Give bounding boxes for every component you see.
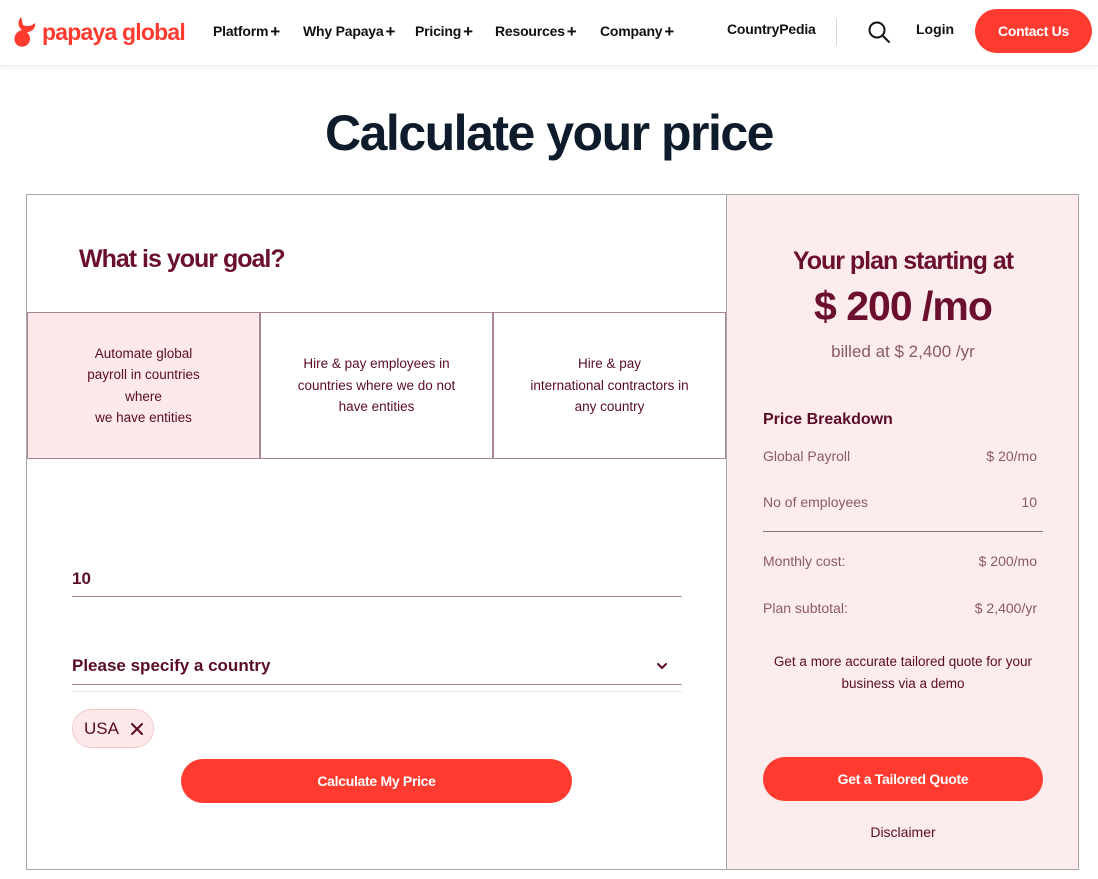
nav-resources[interactable]: Resources + xyxy=(495,21,577,41)
plan-title: Your plan starting at xyxy=(792,247,1014,275)
goal-option-automate-payroll[interactable]: Automate global payroll in countries whe… xyxy=(27,313,260,459)
breakdown-row-monthly: Monthly cost: $ 200/mo xyxy=(763,553,1037,569)
goal-option-line: any country xyxy=(574,399,645,415)
logo-text: papaya global xyxy=(42,18,186,45)
goal-option-line: Automate global xyxy=(94,345,193,361)
goal-option-line: we have entities xyxy=(95,410,192,425)
disclaimer-link[interactable]: Disclaimer xyxy=(727,824,1079,840)
goal-option-line: payroll in countries xyxy=(87,367,200,382)
breakdown-divider xyxy=(763,531,1043,532)
goal-option-label: Automate global payroll in countries whe… xyxy=(87,343,200,429)
country-chip-label: USA xyxy=(84,718,119,738)
nav-company-label: Company xyxy=(600,23,663,39)
breakdown-label: Monthly cost: xyxy=(763,553,846,569)
contact-us-button[interactable]: Contact Us xyxy=(975,9,1092,53)
goal-title: What is your goal? xyxy=(79,245,286,273)
papaya-logo[interactable]: papaya global xyxy=(12,15,186,49)
goal-option-hire-contractors[interactable]: Hire & pay international contractors in … xyxy=(493,313,726,459)
plus-icon: + xyxy=(463,22,473,41)
goal-option-label: Hire & pay international contractors in … xyxy=(530,353,688,418)
goal-option-line: where xyxy=(125,388,162,404)
calculator-panel: What is your goal? Automate global payro… xyxy=(26,194,727,870)
close-icon[interactable] xyxy=(130,722,144,736)
employees-input-value: 10 xyxy=(72,569,91,588)
nav-divider xyxy=(836,19,837,45)
nav-why-papaya-label: Why Papaya xyxy=(303,23,384,39)
nav-resources-label: Resources xyxy=(495,23,565,39)
nav-countrypedia[interactable]: CountryPedia xyxy=(727,21,816,37)
demo-note-line: Get a more accurate tailored quote for y… xyxy=(773,654,1033,669)
plan-price: $ 200 /mo xyxy=(814,283,993,329)
nav-company[interactable]: Company + xyxy=(600,21,674,41)
breakdown-value: 10 xyxy=(1021,494,1037,510)
goal-option-hire-employees[interactable]: Hire & pay employees in countries where … xyxy=(260,313,493,459)
select-underline xyxy=(72,691,682,692)
page-title: Calculate your price xyxy=(325,105,774,161)
breakdown-value: $ 20/mo xyxy=(986,448,1037,464)
country-select[interactable]: Please specify a country xyxy=(72,650,682,685)
goal-option-line: have entities xyxy=(338,399,415,415)
breakdown-value: $ 2,400/yr xyxy=(974,600,1037,616)
goal-option-line: international contractors in xyxy=(530,377,689,393)
login-link[interactable]: Login xyxy=(916,21,954,37)
goal-option-line: Hire & pay xyxy=(577,356,642,372)
goal-option-line: countries where we do not xyxy=(297,377,456,393)
plus-icon: + xyxy=(664,22,675,41)
goal-option-label: Hire & pay employees in countries where … xyxy=(298,353,456,418)
nav-platform-label: Platform xyxy=(213,23,269,39)
breakdown-label: Global Payroll xyxy=(763,448,851,464)
breakdown-label: Plan subtotal: xyxy=(763,600,848,616)
demo-note: Get a more accurate tailored quote for y… xyxy=(763,651,1043,695)
nav-pricing-label: Pricing xyxy=(415,23,462,39)
plan-summary-panel: Your plan starting at $ 200 /mo billed a… xyxy=(726,194,1079,870)
billed-annually: billed at $ 2,400 /yr xyxy=(831,342,975,361)
plus-icon: + xyxy=(270,22,280,41)
demo-note-line: business via a demo xyxy=(841,676,965,691)
plus-icon: + xyxy=(385,22,396,41)
calculate-price-button[interactable]: Calculate My Price xyxy=(181,759,572,803)
goal-options: Automate global payroll in countries whe… xyxy=(27,312,727,459)
breakdown-row-employees: No of employees 10 xyxy=(763,494,1037,510)
country-select-placeholder: Please specify a country xyxy=(72,656,271,675)
nav-platform[interactable]: Platform + xyxy=(213,21,280,41)
chevron-down-icon xyxy=(657,663,667,669)
breakdown-label: No of employees xyxy=(763,494,869,510)
tailored-quote-button[interactable]: Get a Tailored Quote xyxy=(763,757,1043,801)
price-breakdown-title: Price Breakdown xyxy=(763,411,893,428)
goal-option-line: Hire & pay employees in xyxy=(303,356,450,372)
plus-icon: + xyxy=(566,22,577,41)
breakdown-row-global-payroll: Global Payroll $ 20/mo xyxy=(763,448,1037,464)
breakdown-row-subtotal: Plan subtotal: $ 2,400/yr xyxy=(763,600,1037,616)
employees-input[interactable]: 10 xyxy=(72,563,682,597)
breakdown-value: $ 200/mo xyxy=(978,553,1037,569)
site-header: papaya global Platform + Why Papaya + Pric… xyxy=(0,0,1098,66)
papaya-logo-icon xyxy=(14,17,36,47)
nav-why-papaya[interactable]: Why Papaya + xyxy=(303,21,395,41)
nav-pricing[interactable]: Pricing + xyxy=(415,21,473,41)
search-icon[interactable] xyxy=(867,20,891,44)
country-chip: USA xyxy=(72,709,154,748)
